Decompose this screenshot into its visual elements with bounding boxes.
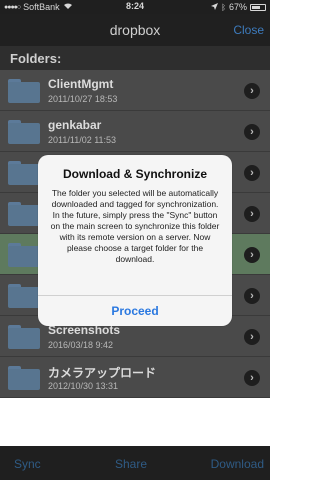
dialog-message: The folder you selected will be automati… [50, 188, 220, 264]
dialog-title: Download & Synchronize [62, 167, 207, 181]
download-sync-dialog: Download & Synchronize The folder you se… [38, 155, 232, 326]
proceed-button[interactable]: Proceed [38, 296, 232, 326]
